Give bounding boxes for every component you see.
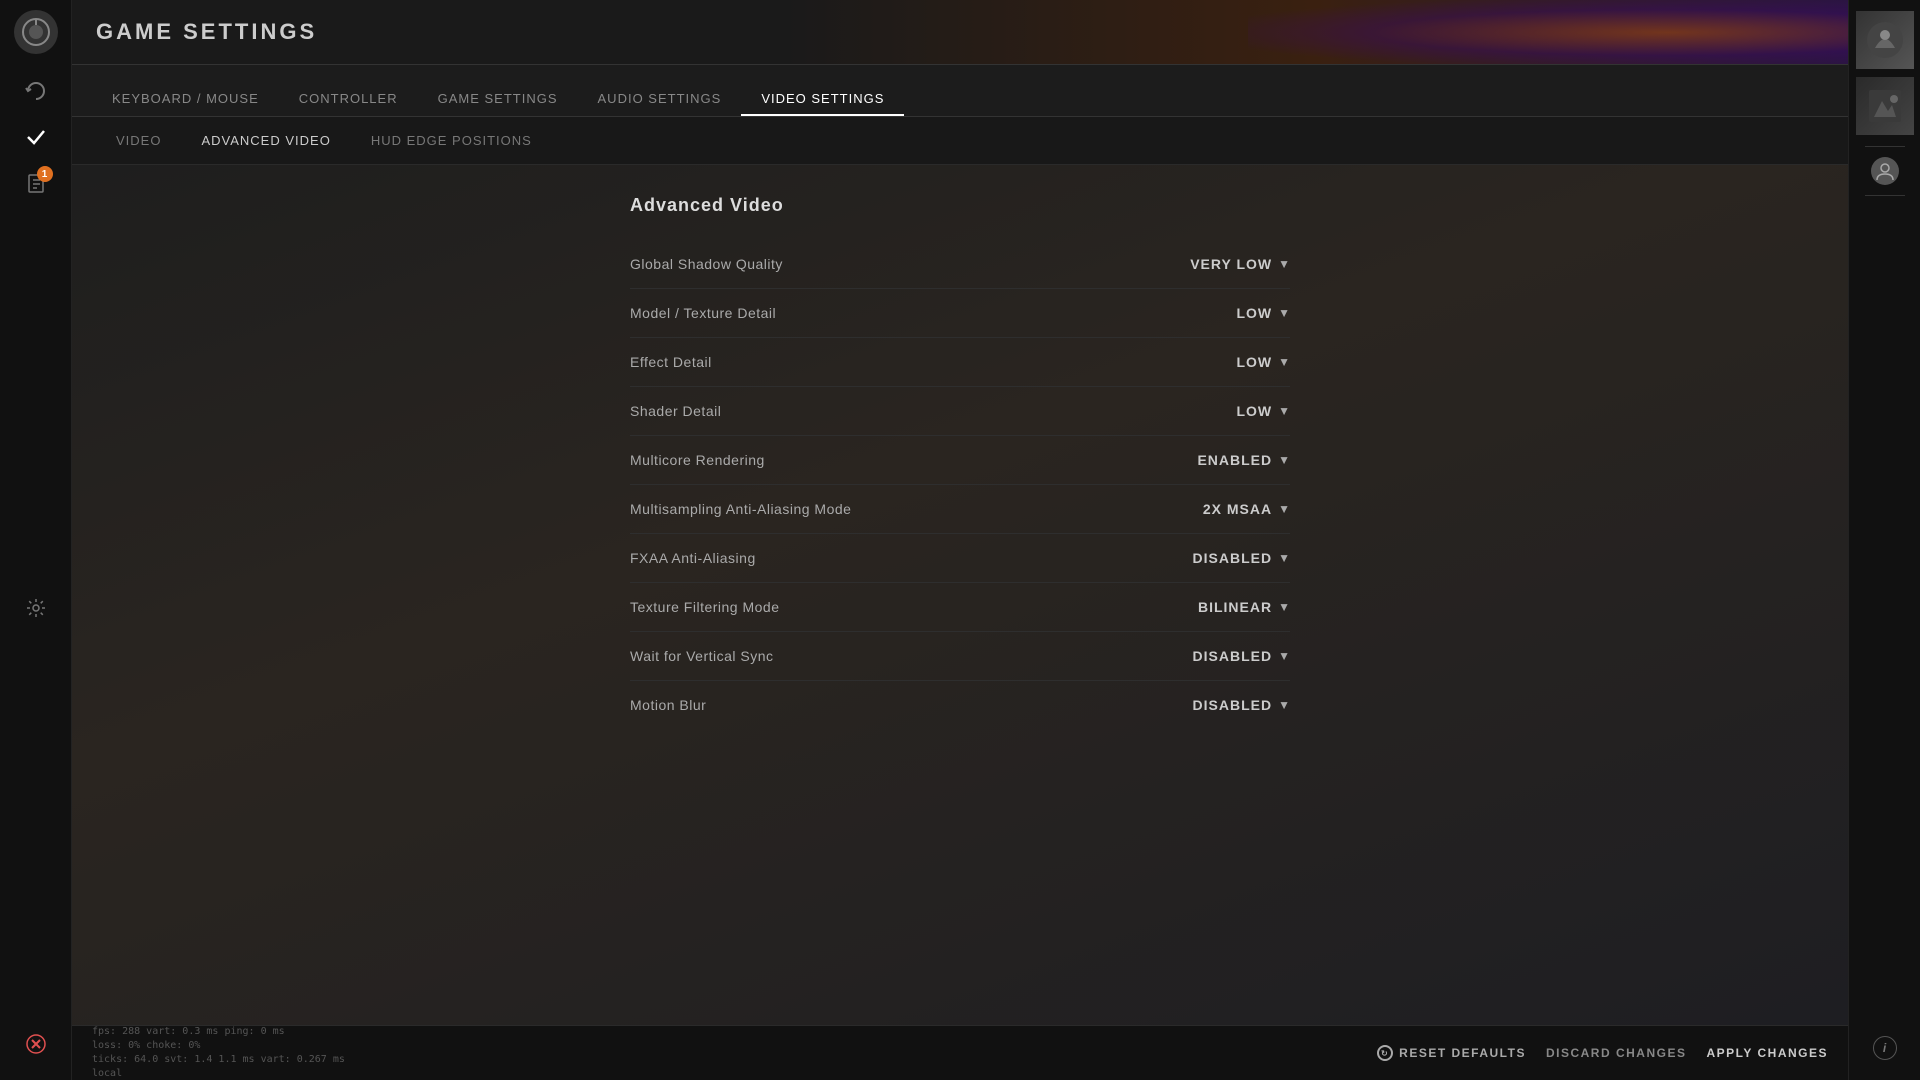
setting-value-text-vsync: DISABLED xyxy=(1193,648,1273,664)
nav-controller[interactable]: Controller xyxy=(279,83,418,116)
notification-badge: 1 xyxy=(37,166,53,182)
right-divider2 xyxy=(1865,195,1905,196)
setting-label-effect-detail: Effect Detail xyxy=(630,354,712,370)
right-info-icon[interactable]: i xyxy=(1873,1036,1897,1060)
setting-row-motion-blur: Motion Blur DISABLED ▼ xyxy=(630,681,1290,729)
debug-line1: fps: 288 vart: 0.3 ms ping: 0 ms xyxy=(92,1025,1357,1039)
nav-game-settings[interactable]: Game settings xyxy=(418,83,578,116)
setting-value-texture-filtering[interactable]: BILINEAR ▼ xyxy=(1160,599,1290,615)
discard-label: DISCARD CHANGES xyxy=(1546,1046,1687,1060)
right-panel-top-icon[interactable] xyxy=(1855,10,1915,70)
setting-row-shader-detail: Shader Detail LOW ▼ xyxy=(630,387,1290,436)
setting-value-text-multicore: ENABLED xyxy=(1197,452,1272,468)
settings-content: Advanced Video Global Shadow Quality VER… xyxy=(72,165,1848,1025)
debug-line2: loss: 0% choke: 0% xyxy=(92,1039,1357,1053)
setting-label-motion-blur: Motion Blur xyxy=(630,697,706,713)
setting-label-fxaa: FXAA Anti-Aliasing xyxy=(630,550,756,566)
setting-label-model-texture: Model / Texture Detail xyxy=(630,305,776,321)
chevron-down-icon: ▼ xyxy=(1278,306,1290,320)
chevron-down-icon: ▼ xyxy=(1278,502,1290,516)
header: GAME SETTINGS xyxy=(72,0,1848,65)
secondary-nav: Video Advanced Video HUD Edge Positions xyxy=(72,117,1848,165)
setting-value-text-shader-detail: LOW xyxy=(1236,403,1272,419)
apply-label: APPLY CHANGES xyxy=(1706,1046,1828,1060)
debug-info: fps: 288 vart: 0.3 ms ping: 0 ms loss: 0… xyxy=(92,1025,1357,1080)
sidebar-check-icon[interactable] xyxy=(17,118,55,156)
sidebar-refresh-icon[interactable] xyxy=(17,72,55,110)
primary-nav: Keyboard / Mouse Controller Game setting… xyxy=(72,65,1848,117)
setting-row-model-texture: Model / Texture Detail LOW ▼ xyxy=(630,289,1290,338)
setting-value-text-texture-filtering: BILINEAR xyxy=(1198,599,1272,615)
chevron-down-icon: ▼ xyxy=(1278,453,1290,467)
section-title: Advanced Video xyxy=(630,195,1290,216)
nav-audio-settings[interactable]: Audio Settings xyxy=(578,83,742,116)
chevron-down-icon: ▼ xyxy=(1278,355,1290,369)
setting-value-text-effect-detail: LOW xyxy=(1236,354,1272,370)
setting-value-text-global-shadow: VERY LOW xyxy=(1190,256,1272,272)
debug-line4: local xyxy=(92,1067,1357,1080)
chevron-down-icon: ▼ xyxy=(1278,551,1290,565)
right-sidebar: i xyxy=(1848,0,1920,1080)
right-divider xyxy=(1865,146,1905,147)
setting-row-vsync: Wait for Vertical Sync DISABLED ▼ xyxy=(630,632,1290,681)
sidebar-documents-icon[interactable]: 1 xyxy=(17,164,55,202)
nav-keyboard-mouse[interactable]: Keyboard / Mouse xyxy=(92,83,279,116)
setting-value-model-texture[interactable]: LOW ▼ xyxy=(1160,305,1290,321)
chevron-down-icon: ▼ xyxy=(1278,649,1290,663)
logo-icon[interactable] xyxy=(14,10,58,54)
chevron-down-icon: ▼ xyxy=(1278,698,1290,712)
setting-row-texture-filtering: Texture Filtering Mode BILINEAR ▼ xyxy=(630,583,1290,632)
setting-label-shader-detail: Shader Detail xyxy=(630,403,721,419)
reset-defaults-button[interactable]: ↻ RESET DEFAULTS xyxy=(1377,1045,1526,1061)
sidebar-close-icon[interactable] xyxy=(25,1033,47,1060)
setting-label-msaa: Multisampling Anti-Aliasing Mode xyxy=(630,501,851,517)
setting-value-motion-blur[interactable]: DISABLED ▼ xyxy=(1160,697,1290,713)
reset-label: RESET DEFAULTS xyxy=(1399,1046,1526,1060)
chevron-down-icon: ▼ xyxy=(1278,257,1290,271)
bottom-bar: fps: 288 vart: 0.3 ms ping: 0 ms loss: 0… xyxy=(72,1025,1848,1080)
setting-value-vsync[interactable]: DISABLED ▼ xyxy=(1160,648,1290,664)
info-circle-icon: i xyxy=(1873,1036,1897,1060)
settings-panel: Advanced Video Global Shadow Quality VER… xyxy=(610,195,1310,729)
setting-label-texture-filtering: Texture Filtering Mode xyxy=(630,599,780,615)
setting-value-global-shadow[interactable]: VERY LOW ▼ xyxy=(1160,256,1290,272)
setting-label-global-shadow: Global Shadow Quality xyxy=(630,256,783,272)
setting-value-effect-detail[interactable]: LOW ▼ xyxy=(1160,354,1290,370)
nav-video-settings[interactable]: Video Settings xyxy=(741,83,904,116)
setting-row-fxaa: FXAA Anti-Aliasing DISABLED ▼ xyxy=(630,534,1290,583)
setting-value-multicore[interactable]: ENABLED ▼ xyxy=(1160,452,1290,468)
discard-changes-button[interactable]: DISCARD CHANGES xyxy=(1546,1046,1687,1060)
setting-label-multicore: Multicore Rendering xyxy=(630,452,765,468)
apply-changes-button[interactable]: APPLY CHANGES xyxy=(1706,1046,1828,1060)
setting-value-fxaa[interactable]: DISABLED ▼ xyxy=(1160,550,1290,566)
setting-value-shader-detail[interactable]: LOW ▼ xyxy=(1160,403,1290,419)
right-user-icon[interactable] xyxy=(1871,157,1899,185)
subnav-video[interactable]: Video xyxy=(96,125,181,156)
setting-value-text-fxaa: DISABLED xyxy=(1193,550,1273,566)
setting-label-vsync: Wait for Vertical Sync xyxy=(630,648,774,664)
subnav-hud-edge[interactable]: HUD Edge Positions xyxy=(351,125,552,156)
sidebar-settings-icon[interactable] xyxy=(17,589,55,627)
setting-value-msaa[interactable]: 2X MSAA ▼ xyxy=(1160,501,1290,517)
setting-row-global-shadow: Global Shadow Quality VERY LOW ▼ xyxy=(630,240,1290,289)
setting-value-text-motion-blur: DISABLED xyxy=(1193,697,1273,713)
setting-row-multicore: Multicore Rendering ENABLED ▼ xyxy=(630,436,1290,485)
setting-row-effect-detail: Effect Detail LOW ▼ xyxy=(630,338,1290,387)
chevron-down-icon: ▼ xyxy=(1278,404,1290,418)
setting-value-text-model-texture: LOW xyxy=(1236,305,1272,321)
left-sidebar: 1 xyxy=(0,0,72,1080)
chevron-down-icon: ▼ xyxy=(1278,600,1290,614)
debug-line3: ticks: 64.0 svt: 1.4 1.1 ms vart: 0.267 … xyxy=(92,1053,1357,1067)
setting-row-msaa: Multisampling Anti-Aliasing Mode 2X MSAA… xyxy=(630,485,1290,534)
reset-icon: ↻ xyxy=(1377,1045,1393,1061)
right-panel-second-icon[interactable] xyxy=(1855,76,1915,136)
page-title: GAME SETTINGS xyxy=(96,19,317,45)
subnav-advanced-video[interactable]: Advanced Video xyxy=(181,125,350,156)
main-content: GAME SETTINGS Keyboard / Mouse Controlle… xyxy=(72,0,1848,1080)
setting-value-text-msaa: 2X MSAA xyxy=(1203,501,1272,517)
